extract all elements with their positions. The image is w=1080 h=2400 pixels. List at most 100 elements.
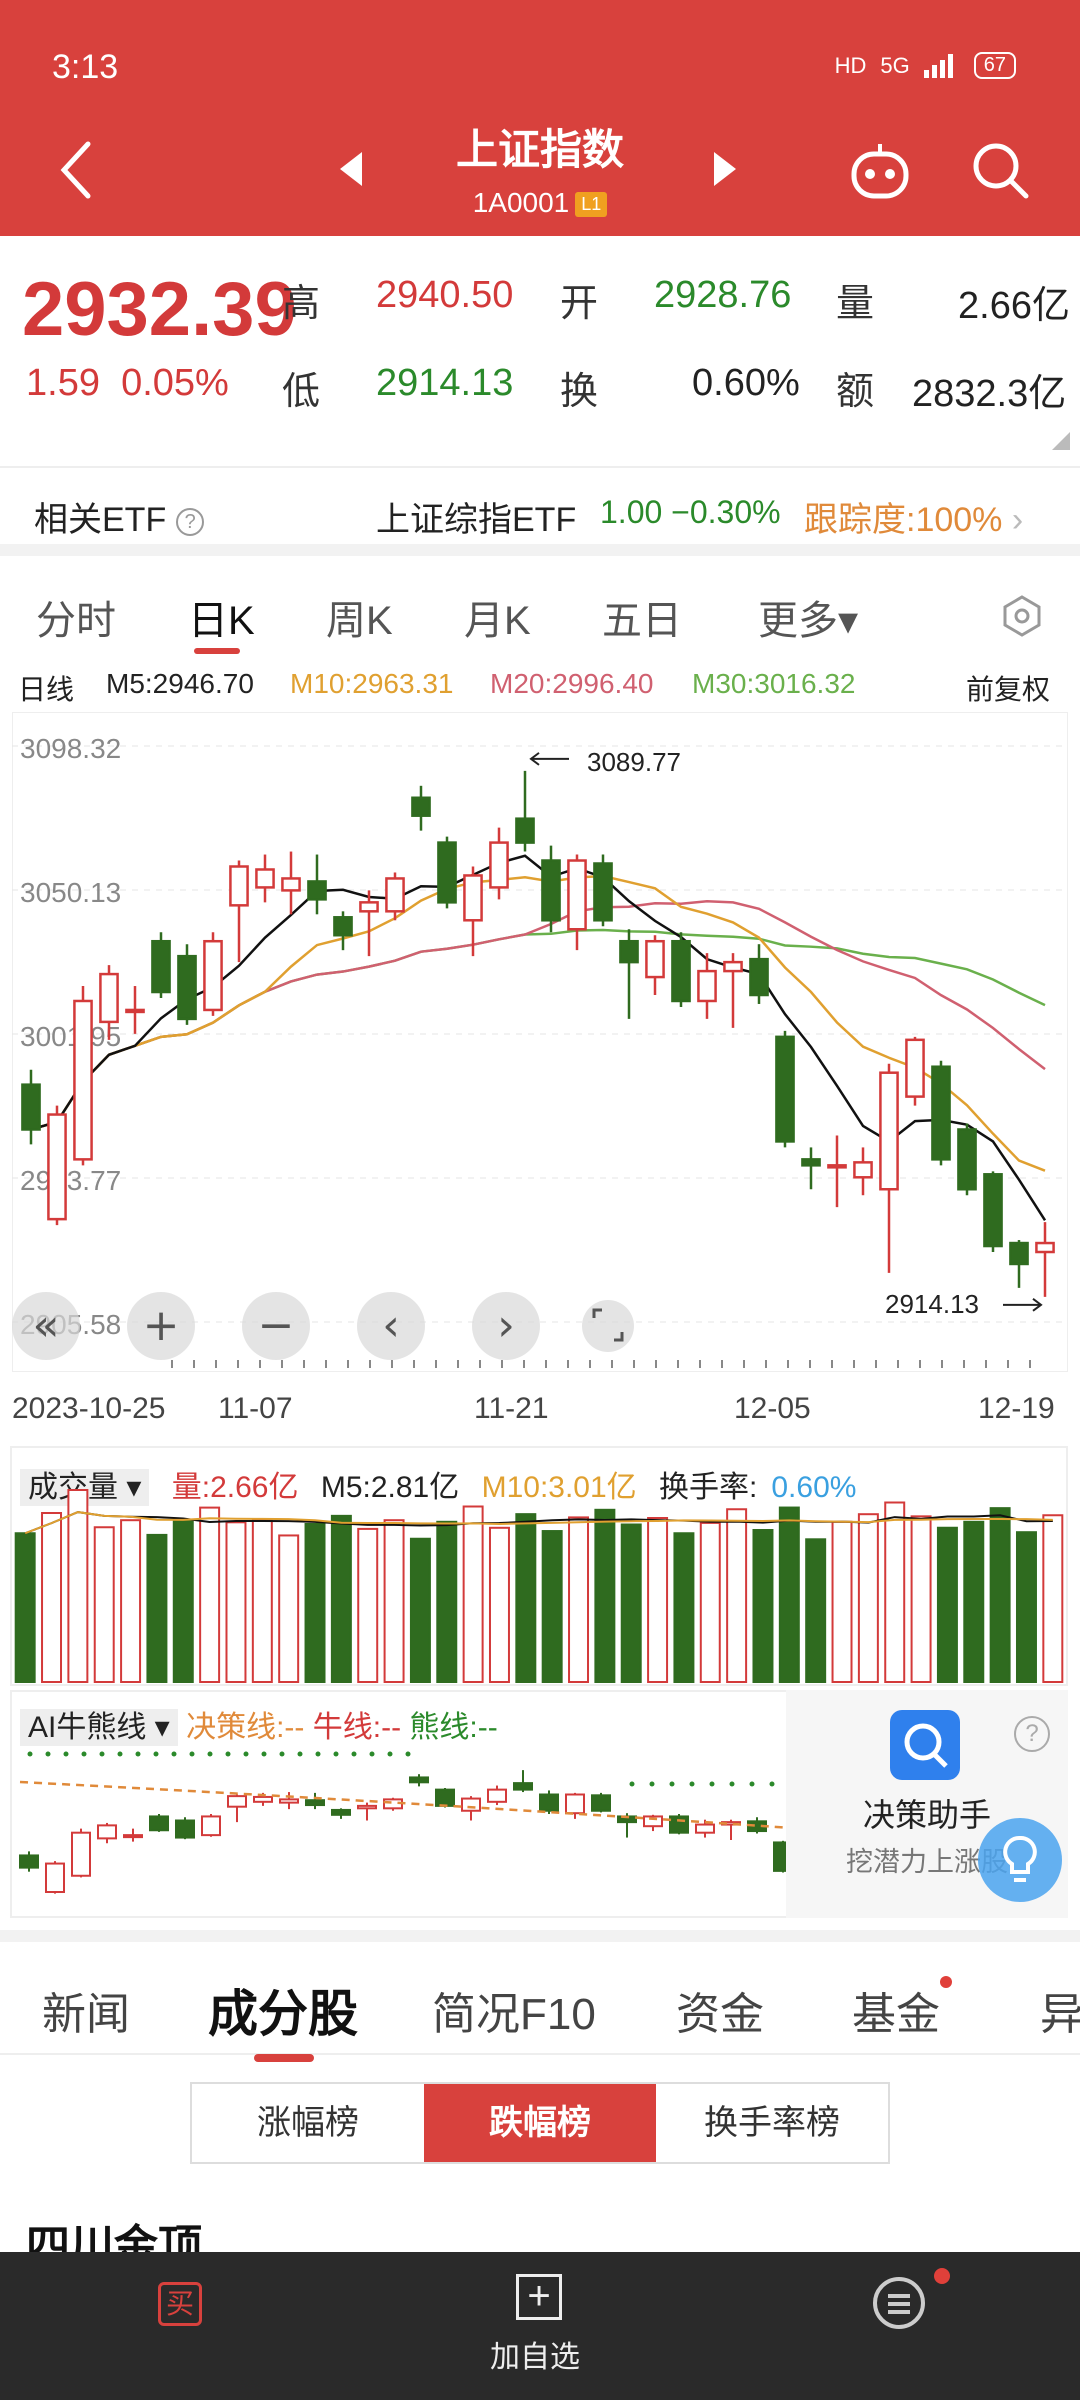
change-pct: 0.05%: [121, 362, 229, 404]
notification-dot: [940, 1976, 952, 1988]
volume-bar-21: [568, 1516, 590, 1684]
high-annotation: 3089.77: [587, 747, 681, 777]
ai-candle-4: [123, 1834, 143, 1839]
add-watchlist-icon[interactable]: +: [516, 2274, 562, 2320]
kline-svg[interactable]: 3098.323050.133001.952953.772905.583089.…: [11, 711, 1069, 1373]
ai-candle-16: [435, 1788, 455, 1807]
volume-bar-38: [1015, 1531, 1037, 1683]
bear-dot: [261, 1751, 267, 1757]
candle-body-8: [229, 865, 249, 907]
candle-body-7: [203, 939, 223, 1012]
tab-more[interactable]: 更多▾: [758, 588, 858, 646]
fullscreen-button[interactable]: [582, 1300, 634, 1352]
tab-news[interactable]: 新闻: [42, 1978, 130, 2042]
bear-dot: [153, 1751, 159, 1757]
candle-body-23: [619, 939, 639, 964]
high-value: 2940.50: [376, 274, 514, 316]
volume-bar-11: [304, 1523, 326, 1683]
search-icon[interactable]: [970, 140, 1030, 200]
ai-candle-25: [669, 1815, 689, 1834]
volume-bar-28: [752, 1529, 774, 1683]
volume-bar-35: [936, 1526, 958, 1683]
robot-assistant-icon[interactable]: [848, 140, 912, 202]
candle-body-18: [489, 841, 509, 889]
candle-body-27: [723, 960, 743, 973]
tab-weekly-k[interactable]: 周K: [326, 588, 393, 646]
turnover-label: 换: [560, 371, 599, 413]
bear-dot: [297, 1751, 303, 1757]
volume-bar-9: [251, 1519, 273, 1683]
x-tick-3: 12-05: [734, 1392, 811, 1425]
tab-underline: [194, 648, 240, 654]
quote-panel: 2932.39 1.59 0.05% 高 2940.50 开 2928.76 量…: [0, 236, 1080, 468]
etf-label-text: 相关ETF: [34, 501, 167, 539]
menu-icon[interactable]: [872, 2276, 926, 2330]
adjust-mode[interactable]: 前复权: [966, 668, 1050, 708]
bear-dot-2: [689, 1781, 695, 1787]
bear-dot: [27, 1751, 33, 1757]
tab-funds[interactable]: 资金: [676, 1978, 764, 2042]
help-icon[interactable]: ?: [176, 508, 205, 537]
x-tick-1: 11-07: [218, 1392, 293, 1425]
section-tabs: 新闻 成分股 简况F10 资金 基金 异: [0, 1930, 1080, 2062]
volume-bar-20: [541, 1530, 563, 1683]
assistant-help-icon[interactable]: ?: [1014, 1716, 1050, 1752]
expand-corner-icon[interactable]: [1052, 432, 1070, 450]
ai-candle-3: [97, 1824, 117, 1840]
ai-candle-17: [461, 1797, 481, 1812]
volume-label: 量: [836, 283, 875, 325]
tab-intraday[interactable]: 分时: [36, 588, 116, 646]
ai-selector[interactable]: AI牛熊线 ▾: [20, 1709, 178, 1746]
rank-losers[interactable]: 跌幅榜: [424, 2084, 656, 2162]
candle-body-29: [775, 1035, 795, 1143]
zoom-in-button-glyph: +: [143, 1300, 180, 1351]
rank-turnover[interactable]: 换手率榜: [656, 2084, 888, 2162]
go-first-button-glyph: «: [33, 1300, 60, 1351]
bear-dot: [207, 1751, 213, 1757]
candle-body-13: [359, 901, 379, 913]
ai-candle-8: [227, 1795, 247, 1808]
x-tick-2: 11-21: [474, 1392, 549, 1425]
low-value: 2914.13: [376, 362, 514, 404]
ma5-value: M5:2946.70: [106, 668, 254, 699]
settings-icon[interactable]: [1000, 594, 1044, 638]
bear-dot-2: [769, 1781, 775, 1787]
high-label: 高: [282, 283, 321, 325]
tab-constituents[interactable]: 成分股: [208, 1974, 358, 2046]
tab-fund[interactable]: 基金: [852, 1978, 940, 2042]
tab-monthly-k[interactable]: 月K: [464, 588, 531, 646]
ai-candle-21: [565, 1793, 585, 1815]
tab-anomaly[interactable]: 异: [1040, 1978, 1080, 2042]
volume-bar-31: [831, 1520, 853, 1683]
candle-body-0: [21, 1083, 41, 1131]
add-watchlist-label[interactable]: 加自选: [490, 2332, 580, 2376]
ai-candle-19: [513, 1782, 533, 1791]
amount-label: 额: [836, 371, 875, 413]
volume-bar-39: [1042, 1514, 1064, 1683]
next-index-icon[interactable]: [712, 152, 736, 186]
back-icon[interactable]: [56, 140, 96, 200]
volume-bar-15: [409, 1537, 431, 1683]
decision-assistant-card[interactable]: ? 决策助手 挖潜力上涨股: [786, 1690, 1068, 1918]
volume-panel[interactable]: 成交量 ▾ 量:2.66亿 M5:2.81亿 M10:3.01亿 换手率: 0.6…: [10, 1446, 1068, 1686]
tab-five-day[interactable]: 五日: [602, 588, 682, 646]
candle-body-15: [411, 796, 431, 817]
ai-legend: AI牛熊线 ▾ 决策线:-- 牛线:-- 熊线:--: [20, 1702, 498, 1746]
buy-button[interactable]: 买: [158, 2282, 202, 2326]
rank-gainers[interactable]: 涨幅榜: [192, 2084, 424, 2162]
ai-candle-20: [539, 1793, 559, 1812]
lightbulb-icon[interactable]: [978, 1818, 1062, 1902]
related-etf-row[interactable]: 相关ETF? 上证综指ETF 1.00 −0.30% 跟踪度:100% ›: [0, 470, 1080, 556]
ai-candle-6: [175, 1819, 195, 1839]
tab-daily-k[interactable]: 日K: [188, 588, 255, 646]
ai-candle-7: [201, 1815, 221, 1837]
candle-body-12: [333, 916, 353, 937]
etf-tracking: 跟踪度:100% ›: [804, 492, 1023, 541]
tab-f10[interactable]: 简况F10: [432, 1978, 596, 2042]
title-block: 上证指数 1A0001 L1: [340, 116, 740, 219]
volume-bar-0: [14, 1532, 36, 1683]
kline-chart[interactable]: 3098.323050.133001.952953.772905.583089.…: [11, 711, 1069, 1373]
volume-bar-7: [199, 1506, 221, 1683]
ai-candle-0: [19, 1854, 39, 1869]
bear-dot-2: [729, 1781, 735, 1787]
